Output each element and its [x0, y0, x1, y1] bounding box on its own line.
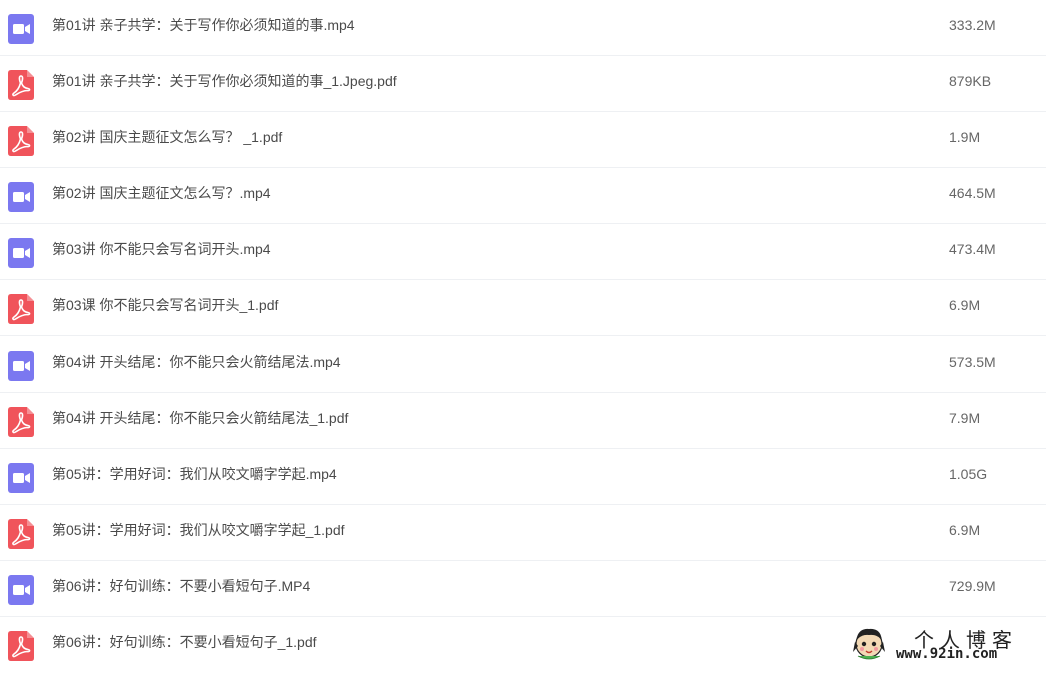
watermark: 个人博客 www.92in.com	[852, 624, 1042, 664]
file-row[interactable]: 第06讲：好句训练：不要小看短句子.MP4 729.9M	[0, 561, 1046, 617]
file-size: 333.2M	[949, 17, 996, 33]
file-name[interactable]: 第06讲：好句训练：不要小看短句子.MP4	[52, 561, 310, 611]
file-row[interactable]: 第04讲 开头结尾：你不能只会火箭结尾法_1.pdf 7.9M	[0, 393, 1046, 449]
file-row[interactable]: 第02讲 国庆主题征文怎么写？.mp4 464.5M	[0, 168, 1046, 224]
file-size: 6.9M	[949, 297, 981, 313]
pdf-icon	[8, 519, 34, 549]
pdf-icon	[8, 631, 34, 661]
file-size: 6.9M	[949, 522, 981, 538]
file-size: 573.5M	[949, 354, 996, 370]
file-row[interactable]: 第03课 你不能只会写名词开头_1.pdf 6.9M	[0, 280, 1046, 336]
file-name[interactable]: 第04讲 开头结尾：你不能只会火箭结尾法.mp4	[52, 337, 341, 387]
pdf-icon	[8, 294, 34, 324]
file-row[interactable]: 第04讲 开头结尾：你不能只会火箭结尾法.mp4 573.5M	[0, 337, 1046, 393]
file-list: 第01讲 亲子共学：关于写作你必须知道的事.mp4 333.2M 第01讲 亲子…	[0, 0, 1046, 666]
file-row[interactable]: 第05讲：学用好词：我们从咬文嚼字学起.mp4 1.05G	[0, 449, 1046, 505]
file-name[interactable]: 第06讲：好句训练：不要小看短句子_1.pdf	[52, 617, 317, 667]
file-size: 473.4M	[949, 241, 996, 257]
file-row[interactable]: 第05讲：学用好词：我们从咬文嚼字学起_1.pdf 6.9M	[0, 505, 1046, 561]
file-size: 464.5M	[949, 185, 996, 201]
watermark-url: www.92in.com	[896, 646, 998, 662]
file-name[interactable]: 第02讲 国庆主题征文怎么写？ _1.pdf	[52, 112, 282, 162]
file-size: 1.9M	[949, 129, 981, 145]
file-size: 729.9M	[949, 578, 996, 594]
file-size: 7.9M	[949, 410, 981, 426]
pdf-icon	[8, 407, 34, 437]
file-row[interactable]: 第02讲 国庆主题征文怎么写？ _1.pdf 1.9M	[0, 112, 1046, 168]
file-row[interactable]: 第01讲 亲子共学：关于写作你必须知道的事.mp4 333.2M	[0, 0, 1046, 56]
video-icon	[8, 14, 34, 44]
pdf-icon	[8, 70, 34, 100]
file-row[interactable]: 第01讲 亲子共学：关于写作你必须知道的事_1.Jpeg.pdf 879KB	[0, 56, 1046, 112]
file-name[interactable]: 第01讲 亲子共学：关于写作你必须知道的事_1.Jpeg.pdf	[52, 56, 397, 106]
file-name[interactable]: 第01讲 亲子共学：关于写作你必须知道的事.mp4	[52, 0, 355, 50]
video-icon	[8, 575, 34, 605]
file-name[interactable]: 第03课 你不能只会写名词开头_1.pdf	[52, 280, 278, 330]
file-name[interactable]: 第02讲 国庆主题征文怎么写？.mp4	[52, 168, 271, 218]
video-icon	[8, 351, 34, 381]
file-name[interactable]: 第05讲：学用好词：我们从咬文嚼字学起_1.pdf	[52, 505, 345, 555]
pdf-icon	[8, 126, 34, 156]
file-row[interactable]: 第03讲 你不能只会写名词开头.mp4 473.4M	[0, 224, 1046, 280]
file-size: 1.05G	[949, 466, 988, 482]
video-icon	[8, 238, 34, 268]
video-icon	[8, 182, 34, 212]
file-name[interactable]: 第04讲 开头结尾：你不能只会火箭结尾法_1.pdf	[52, 393, 348, 443]
file-size: 879KB	[949, 73, 992, 89]
file-name[interactable]: 第03讲 你不能只会写名词开头.mp4	[52, 224, 271, 274]
video-icon	[8, 463, 34, 493]
file-name[interactable]: 第05讲：学用好词：我们从咬文嚼字学起.mp4	[52, 449, 337, 499]
cartoon-face-icon	[853, 628, 885, 660]
